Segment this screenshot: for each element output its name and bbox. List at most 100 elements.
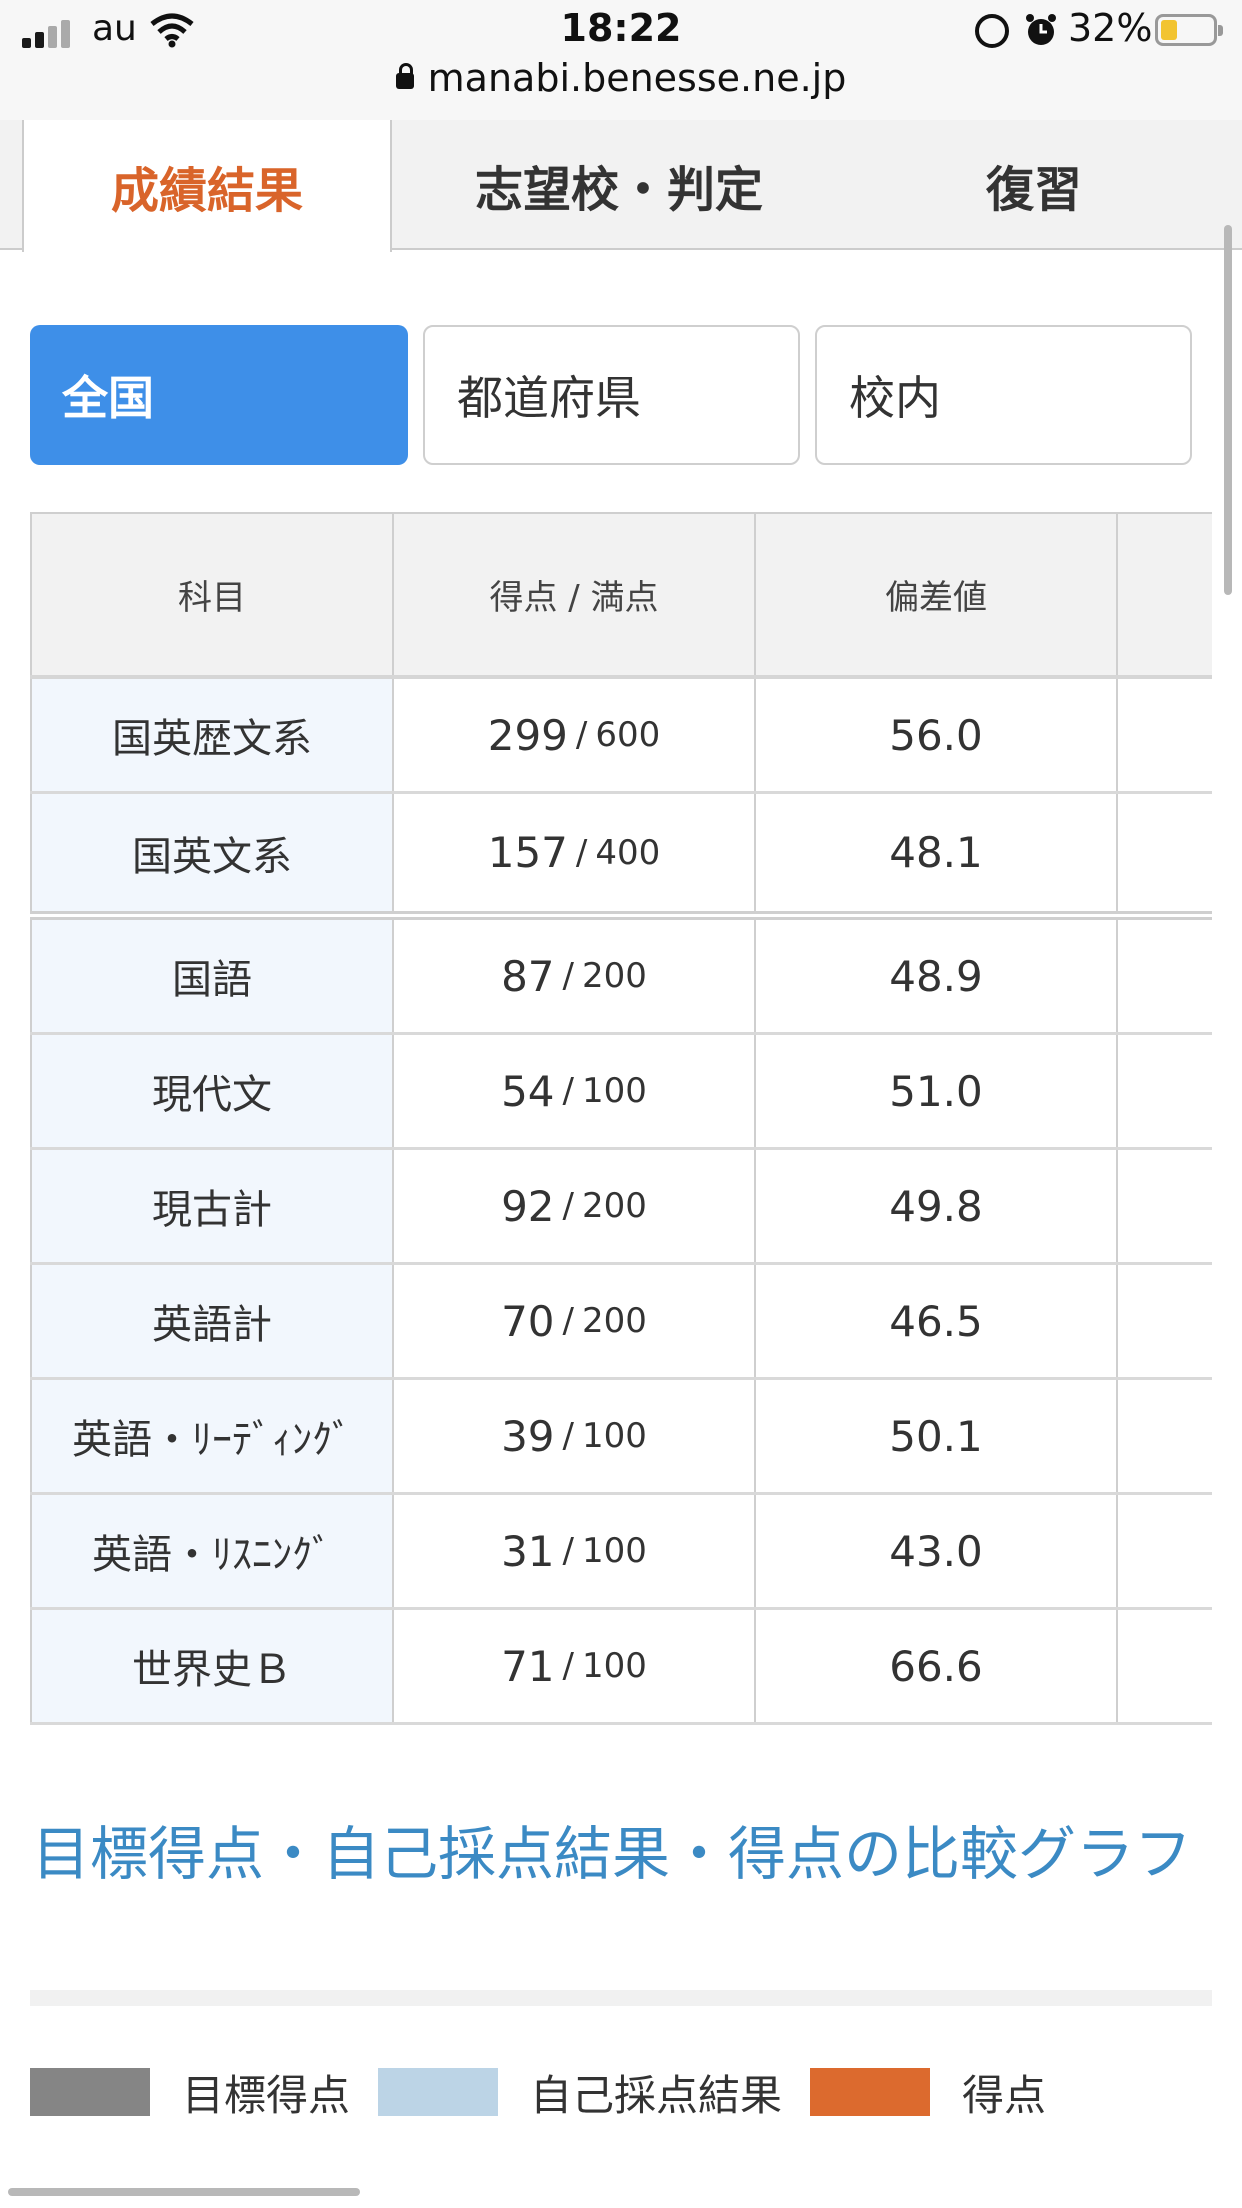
rotation-lock-icon xyxy=(975,14,1009,48)
score-value: 54 xyxy=(501,1066,555,1116)
max-score-value: 100 xyxy=(582,1531,647,1571)
max-score-value: 600 xyxy=(595,715,661,755)
subject-cell: 国英文系 xyxy=(30,794,392,911)
table-row: 英語・ﾘｽﾆﾝｸﾞ 31/100 43.0 xyxy=(30,1495,1212,1610)
header-extra xyxy=(1116,514,1212,675)
score-separator: / xyxy=(562,1301,574,1341)
legend-swatch-target xyxy=(30,2068,150,2116)
subject-cell: 英語・ﾘｽﾆﾝｸﾞ xyxy=(30,1495,392,1607)
scope-button-national[interactable]: 全国 xyxy=(30,325,408,465)
max-score-value: 200 xyxy=(582,1186,647,1226)
max-score-value: 200 xyxy=(582,956,647,996)
scope-button-school[interactable]: 校内 xyxy=(815,325,1192,465)
score-cell: 54/100 xyxy=(392,1035,754,1147)
extra-cell xyxy=(1116,1380,1212,1492)
extra-cell xyxy=(1116,1265,1212,1377)
scope-button-prefecture[interactable]: 都道府県 xyxy=(423,325,800,465)
max-score-value: 100 xyxy=(582,1071,647,1111)
score-value: 31 xyxy=(501,1526,555,1576)
score-separator: / xyxy=(562,1071,574,1111)
table-body: 国英歴文系 299/600 56.0 国英文系 157/400 48.1 国語 87/200 4… xyxy=(30,679,1212,1725)
score-separator: / xyxy=(562,1646,574,1686)
legend-swatch-self-score xyxy=(378,2068,498,2116)
score-value: 299 xyxy=(487,710,568,760)
score-cell: 71/100 xyxy=(392,1610,754,1722)
legend-label-self-score: 自己採点結果 xyxy=(530,2071,783,2120)
url-text: manabi.benesse.ne.jp xyxy=(427,56,847,100)
extra-cell xyxy=(1116,679,1212,791)
score-value: 39 xyxy=(501,1411,555,1461)
section-divider xyxy=(30,1990,1212,2006)
deviation-cell: 51.0 xyxy=(754,1035,1116,1147)
extra-cell xyxy=(1116,1610,1212,1722)
max-score-value: 400 xyxy=(595,832,661,873)
deviation-cell: 43.0 xyxy=(754,1495,1116,1607)
score-cell: 299/600 xyxy=(392,679,754,791)
score-cell: 92/200 xyxy=(392,1150,754,1262)
score-value: 92 xyxy=(501,1181,555,1231)
subject-cell: 現代文 xyxy=(30,1035,392,1147)
score-value: 70 xyxy=(501,1296,555,1346)
tab-target-schools[interactable]: 志望校・判定 xyxy=(392,120,846,250)
battery-percent: 32% xyxy=(1068,6,1153,50)
address-bar[interactable]: manabi.benesse.ne.jp xyxy=(0,56,1242,100)
subject-cell: 世界史Ｂ xyxy=(30,1610,392,1722)
extra-cell xyxy=(1116,920,1212,1032)
tab-review[interactable]: 復習 xyxy=(846,120,1222,250)
battery-level-fill xyxy=(1161,20,1177,40)
lock-icon xyxy=(395,62,414,89)
score-separator: / xyxy=(562,1186,574,1226)
alarm-icon xyxy=(1026,14,1056,45)
comparison-graph-title: 目標得点・自己採点結果・得点の比較グラフ xyxy=(32,1820,1193,1888)
score-value: 71 xyxy=(501,1641,555,1691)
subject-cell: 現古計 xyxy=(30,1150,392,1262)
tab-results[interactable]: 成績結果 xyxy=(22,120,392,252)
max-score-value: 100 xyxy=(582,1646,647,1686)
table-row: 世界史Ｂ 71/100 66.6 xyxy=(30,1610,1212,1725)
score-cell: 87/200 xyxy=(392,920,754,1032)
score-cell: 157/400 xyxy=(392,794,754,911)
table-row: 現代文 54/100 51.0 xyxy=(30,1035,1212,1150)
status-bar: au 18:22 32% manabi.benesse.ne.jp xyxy=(0,0,1242,120)
score-value: 87 xyxy=(501,951,555,1001)
result-tabs: 成績結果 志望校・判定 復習 xyxy=(0,120,1242,252)
score-separator: / xyxy=(575,715,588,755)
score-table: 科目 得点 / 満点 偏差値 国英歴文系 299/600 56.0 国英文系 157/4… xyxy=(30,512,1212,1725)
deviation-cell: 56.0 xyxy=(754,679,1116,791)
score-value: 157 xyxy=(487,828,568,877)
subject-cell: 英語計 xyxy=(30,1265,392,1377)
score-cell: 39/100 xyxy=(392,1380,754,1492)
deviation-cell: 48.1 xyxy=(754,794,1116,911)
table-header-row: 科目 得点 / 満点 偏差値 xyxy=(30,514,1212,679)
deviation-cell: 48.9 xyxy=(754,920,1116,1032)
extra-cell xyxy=(1116,1495,1212,1607)
table-row: 国英文系 157/400 48.1 xyxy=(30,794,1212,920)
extra-cell xyxy=(1116,1035,1212,1147)
subject-cell: 英語・ﾘｰﾃﾞｨﾝｸﾞ xyxy=(30,1380,392,1492)
legend-label-score: 得点 xyxy=(962,2071,1047,2120)
extra-cell xyxy=(1116,1150,1212,1262)
max-score-value: 200 xyxy=(582,1301,647,1341)
horizontal-scrollbar[interactable] xyxy=(8,2188,360,2196)
score-cell: 31/100 xyxy=(392,1495,754,1607)
legend-swatch-score xyxy=(810,2068,930,2116)
max-score-value: 100 xyxy=(582,1416,647,1456)
header-subject: 科目 xyxy=(30,514,392,675)
table-row: 現古計 92/200 49.8 xyxy=(30,1150,1212,1265)
subject-cell: 国英歴文系 xyxy=(30,679,392,791)
subject-cell: 国語 xyxy=(30,920,392,1032)
vertical-scrollbar[interactable] xyxy=(1224,225,1232,595)
deviation-cell: 49.8 xyxy=(754,1150,1116,1262)
deviation-cell: 66.6 xyxy=(754,1610,1116,1722)
table-row: 英語計 70/200 46.5 xyxy=(30,1265,1212,1380)
score-separator: / xyxy=(562,956,574,996)
deviation-cell: 46.5 xyxy=(754,1265,1116,1377)
score-separator: / xyxy=(562,1531,574,1571)
legend-label-target: 目標得点 xyxy=(182,2071,351,2120)
score-cell: 70/200 xyxy=(392,1265,754,1377)
table-row: 英語・ﾘｰﾃﾞｨﾝｸﾞ 39/100 50.1 xyxy=(30,1380,1212,1495)
deviation-cell: 50.1 xyxy=(754,1380,1116,1492)
score-separator: / xyxy=(562,1416,574,1456)
table-row: 国語 87/200 48.9 xyxy=(30,920,1212,1035)
extra-cell xyxy=(1116,794,1212,911)
